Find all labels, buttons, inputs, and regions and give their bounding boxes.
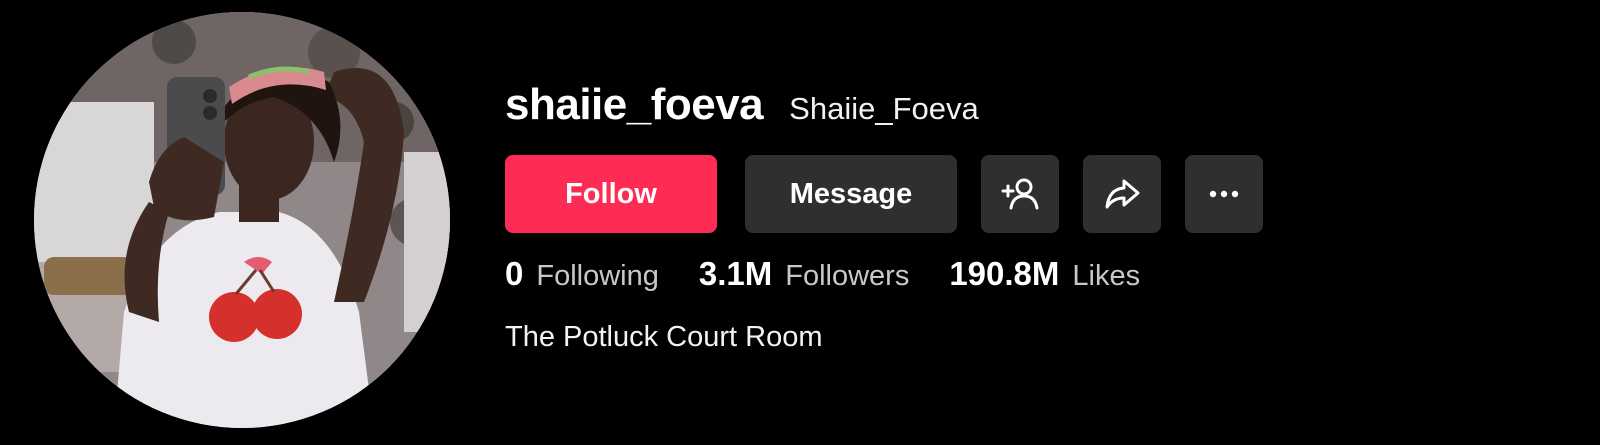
follow-button[interactable]: Follow <box>505 155 717 233</box>
followers-count: 3.1M <box>698 255 773 292</box>
profile-info: shaiie_foeva Shaiie_Foeva Follow Message <box>505 80 1565 354</box>
profile-header: shaiie_foeva Shaiie_Foeva Follow Message <box>0 0 1600 445</box>
add-friend-button[interactable] <box>981 155 1059 233</box>
share-arrow-icon <box>1105 179 1140 209</box>
likes-count: 190.8M <box>949 255 1060 292</box>
more-options-button[interactable] <box>1185 155 1263 233</box>
stat-following[interactable]: 0 Following <box>505 255 659 293</box>
username: shaiie_foeva <box>505 80 764 129</box>
avatar[interactable] <box>34 12 450 428</box>
following-label: Following <box>536 260 659 292</box>
profile-bio: The Potluck Court Room <box>505 321 823 353</box>
stat-likes: 190.8M Likes <box>949 255 1140 293</box>
nickname: Shaiie_Foeva <box>789 91 979 126</box>
more-dots-icon <box>1209 190 1239 198</box>
following-count: 0 <box>505 255 524 292</box>
message-button[interactable]: Message <box>745 155 957 233</box>
profile-names: shaiie_foeva Shaiie_Foeva <box>505 80 1565 136</box>
stat-followers[interactable]: 3.1M Followers <box>699 255 909 293</box>
profile-actions: Follow Message <box>505 155 1565 233</box>
likes-label: Likes <box>1072 260 1141 292</box>
profile-stats: 0 Following 3.1M Followers 190.8M Likes <box>505 255 1565 303</box>
add-user-icon <box>1001 178 1039 210</box>
share-button[interactable] <box>1083 155 1161 233</box>
avatar-photo <box>34 12 450 428</box>
followers-label: Followers <box>785 260 910 292</box>
